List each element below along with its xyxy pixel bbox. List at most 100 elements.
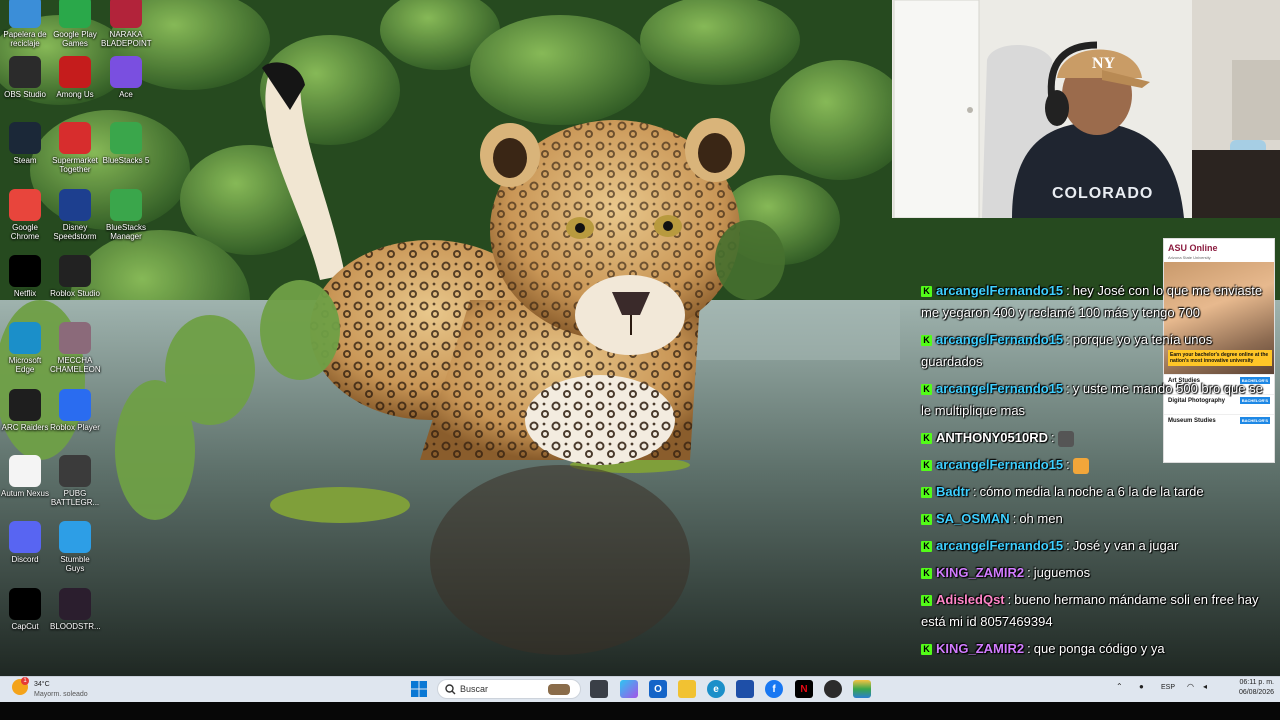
obs-icon[interactable]: [824, 680, 842, 698]
chat-message: KarcangelFernando15: y uste me mando 500 …: [921, 378, 1276, 422]
taskbar-search-input[interactable]: Buscar: [437, 679, 581, 699]
facebook-icon[interactable]: f: [765, 680, 783, 698]
bluestacks-icon[interactable]: [853, 680, 871, 698]
supermarket-together-icon: [59, 122, 91, 154]
desktop-icon-steam[interactable]: Steam: [0, 122, 50, 165]
bloodstrike-icon: [59, 588, 91, 620]
clock[interactable]: 06:11 p. m. 06/08/2026: [1224, 678, 1274, 698]
volume-icon[interactable]: ◂: [1203, 682, 1207, 691]
desktop-icon-stumble-guys[interactable]: Stumble Guys: [50, 521, 100, 573]
chat-message: K KING_ZAMIR2: que ponga código y ya: [921, 638, 1276, 660]
desktop-icon-ace[interactable]: Ace: [101, 56, 151, 99]
microsoft-store-icon[interactable]: [736, 680, 754, 698]
chat-username[interactable]: ANTHONY0510RD: [936, 430, 1048, 445]
desktop-icon-label: OBS Studio: [4, 90, 46, 99]
chat-separator: :: [1066, 457, 1070, 472]
chat-text: juguemos: [1033, 565, 1091, 580]
desktop-icon-roblox-player[interactable]: Roblox Player: [50, 389, 100, 432]
chat-username[interactable]: arcangelFernando15: [936, 283, 1063, 298]
weather-description: Mayorm. soleado: [34, 691, 88, 698]
chat-username[interactable]: SA_OSMAN: [936, 511, 1010, 526]
desktop-icon-label: MECCHA CHAMELEON: [50, 356, 101, 374]
autum-nexus-icon: [9, 455, 41, 487]
desktop-icon-bluestacks-manager[interactable]: BlueStacks Manager: [101, 189, 151, 241]
desktop-icon-roblox-studio[interactable]: Roblox Studio: [50, 255, 100, 298]
meccha-chameleon-icon: [59, 322, 91, 354]
chat-username[interactable]: KING_ZAMIR2: [936, 565, 1024, 580]
chat-message: K AdisledQst: bueno hermano mándame soli e…: [921, 589, 1276, 633]
netflix-icon[interactable]: N: [795, 680, 813, 698]
desktop-icon-recycle-bin[interactable]: Papelera de reciclaje: [0, 0, 50, 48]
wifi-icon[interactable]: ◠: [1187, 682, 1194, 691]
start-button[interactable]: [410, 680, 428, 698]
outlook-icon[interactable]: O: [649, 680, 667, 698]
desktop-icon-edge[interactable]: Microsoft Edge: [0, 322, 50, 374]
language-indicator[interactable]: ESP: [1161, 684, 1175, 691]
chat-username[interactable]: arcangelFernando15: [936, 381, 1063, 396]
desktop-icon-arc-raiders[interactable]: ARC Raiders: [0, 389, 50, 432]
desktop-icon-among-us[interactable]: Among Us: [50, 56, 100, 99]
chat-separator: :: [1066, 381, 1070, 396]
chat-message: K ANTHONY0510RD:: [921, 427, 1276, 449]
chat-separator: :: [1012, 511, 1017, 526]
kick-badge-icon: K: [921, 487, 932, 499]
desktop-icon-meccha-chameleon[interactable]: MECCHA CHAMELEON: [50, 322, 101, 374]
file-explorer-icon[interactable]: [678, 680, 696, 698]
kick-badge-icon: K: [921, 514, 932, 526]
screen-bottom-bar: [0, 702, 1280, 720]
desktop-icon-discord[interactable]: Discord: [0, 521, 50, 564]
desktop-icon-capcut[interactable]: CapCut: [0, 588, 50, 631]
desktop-icon-pubg[interactable]: PUBG BATTLEGR...: [50, 455, 100, 507]
chat-username[interactable]: KING_ZAMIR2: [936, 641, 1024, 656]
desktop-icon-obs[interactable]: OBS Studio: [0, 56, 50, 99]
chat-username[interactable]: arcangelFernando15: [936, 457, 1063, 472]
chat-username[interactable]: AdisledQst: [936, 592, 1005, 607]
chat-username[interactable]: Badtr: [936, 484, 970, 499]
chat-separator: :: [1027, 641, 1031, 656]
desktop-icon-google-play-games[interactable]: Google Play Games: [50, 0, 100, 48]
desktop-icon-netflix[interactable]: Netflix: [0, 255, 50, 298]
kick-badge-icon: K: [921, 568, 932, 580]
kick-badge-icon: K: [921, 595, 932, 607]
desktop-icon-bloodstrike[interactable]: BLOODSTR...: [50, 588, 101, 631]
desktop-icon-chrome[interactable]: Google Chrome: [0, 189, 50, 241]
desktop-icon-label: NARAKA BLADEPOINT: [101, 30, 152, 48]
stumble-guys-icon: [59, 521, 91, 553]
chat-username[interactable]: arcangelFernando15: [936, 538, 1063, 553]
chat-username[interactable]: arcangelFernando15: [936, 332, 1063, 347]
edge-icon[interactable]: e: [707, 680, 725, 698]
desktop-icon-label: Google Chrome: [10, 223, 40, 241]
capcut-icon: [9, 588, 41, 620]
roblox-player-icon: [59, 389, 91, 421]
microphone-icon[interactable]: ●: [1139, 682, 1144, 691]
desktop-icon-label: Steam: [13, 156, 37, 165]
taskbar: [0, 676, 1280, 702]
stream-chat: KarcangelFernando15: hey José con lo que …: [921, 280, 1276, 665]
desktop-icon-label: BlueStacks 5: [102, 156, 150, 165]
desktop-icon-label: BlueStacks Manager: [105, 223, 147, 241]
svg-text:COLORADO: COLORADO: [1052, 185, 1153, 202]
show-hidden-icons-chevron-icon[interactable]: ⌃: [1116, 682, 1123, 691]
desktop-icon-bluestacks[interactable]: BlueStacks 5: [101, 122, 151, 165]
chat-message: KarcangelFernando15: José y van a jugar: [921, 535, 1276, 557]
desktop-icon-supermarket-together[interactable]: Supermarket Together: [50, 122, 100, 174]
desktop-icon-label: Autum Nexus: [0, 489, 50, 498]
task-view-icon[interactable]: [590, 680, 608, 698]
desktop-icon-autum-nexus[interactable]: Autum Nexus: [0, 455, 50, 498]
desktop-icon-naraka[interactable]: NARAKA BLADEPOINT: [101, 0, 152, 48]
webcam-overlay: NY COLORADO: [892, 0, 1280, 218]
desktop-icon-label: Roblox Player: [50, 423, 100, 432]
chat-message: K Badtr: cómo media la noche a 6 la de la …: [921, 481, 1276, 503]
search-highlight-icon: [548, 684, 570, 695]
chat-separator: :: [1066, 538, 1070, 553]
bluestacks-manager-icon: [110, 189, 142, 221]
chat-separator: :: [972, 484, 977, 499]
copilot-icon[interactable]: [620, 680, 638, 698]
weather-widget[interactable]: 1 34°C Mayorm. soleado: [12, 677, 132, 701]
kick-badge-icon: K: [921, 286, 932, 298]
desktop-icon-disney-speedstorm[interactable]: Disney Speedstorm: [50, 189, 100, 241]
kick-badge-icon: K: [921, 644, 932, 656]
desktop-icon-label: Roblox Studio: [50, 289, 100, 298]
ad-subtitle: Arizona State University: [1168, 255, 1211, 260]
discord-icon: [9, 521, 41, 553]
